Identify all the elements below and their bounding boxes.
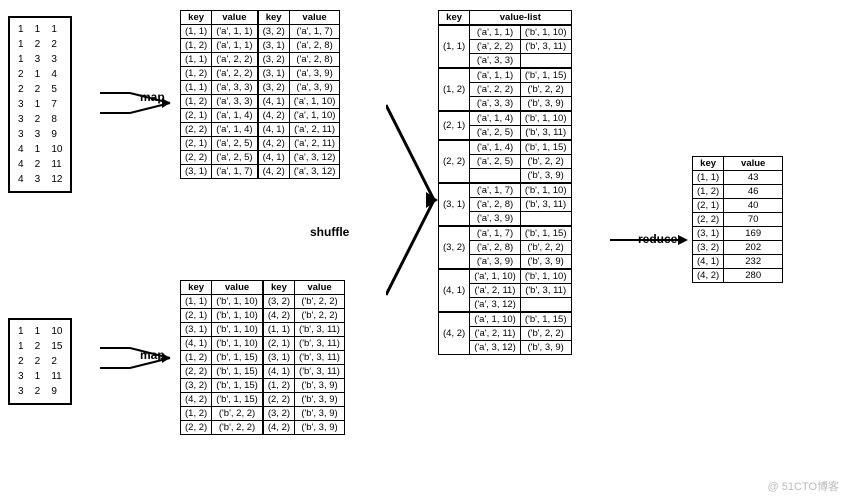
map2-table-b: keyvalue(3, 2)('b', 2, 2)(4, 2)('b', 2, … — [263, 280, 345, 435]
reduce-label: reduce — [638, 232, 677, 246]
input-matrix-a: 1 1 11 2 21 3 32 1 42 2 53 1 73 2 83 3 9… — [8, 16, 72, 193]
result-table: keyvalue(1, 1)43(1, 2)46(2, 1)40(2, 2)70… — [692, 156, 783, 283]
map1-table-a: keyvalue(1, 1)('a', 1, 1)(1, 2)('a', 1, … — [180, 10, 258, 179]
shuffle-table: keyvalue-list(1, 1)('a', 1, 1)('b', 1, 1… — [438, 10, 572, 355]
shuffle-label: shuffle — [310, 225, 349, 239]
map2-table-a: keyvalue(1, 1)('b', 1, 10)(2, 1)('b', 1,… — [180, 280, 263, 435]
map-label-1: map — [140, 90, 165, 104]
map-label-2: map — [140, 348, 165, 362]
watermark: @ 51CTO博客 — [768, 478, 839, 494]
input-matrix-b: 1 1 101 2 152 2 23 1 113 2 9 — [8, 318, 72, 405]
arrow-icon — [386, 100, 442, 300]
map1-table-b: keyvalue(3, 2)('a', 1, 7)(3, 1)('a', 2, … — [258, 10, 341, 179]
